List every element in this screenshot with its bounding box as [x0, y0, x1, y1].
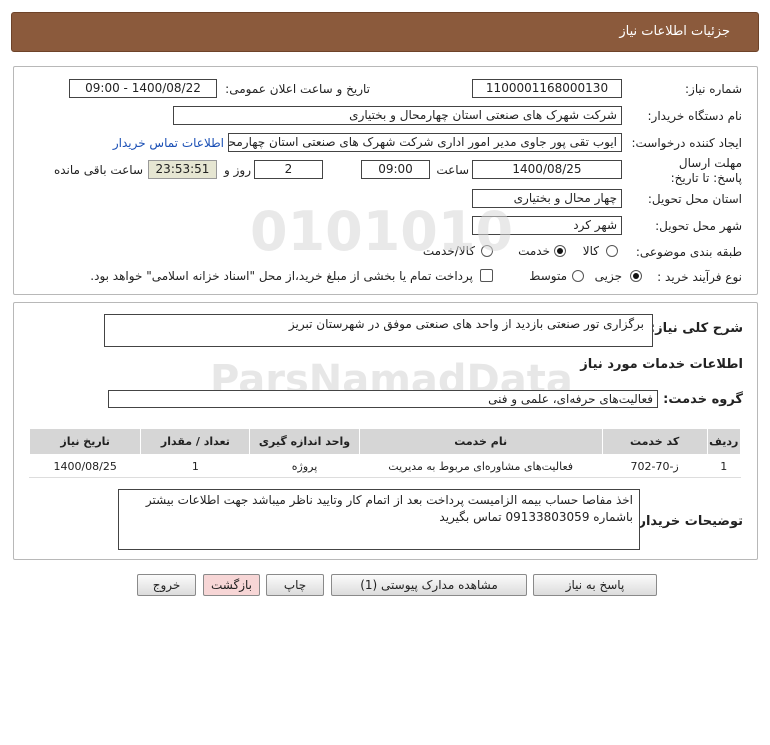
- cell-unit: پروژه: [249, 454, 360, 478]
- treasury-payment-note: پرداخت تمام یا بخشی از مبلغ خرید،از محل …: [90, 269, 473, 283]
- category-option-service: خدمت: [518, 244, 550, 258]
- table-row: 1 ز-70-702 فعالیت‌های مشاوره‌ای مربوط به…: [28, 454, 742, 478]
- general-desc-field: برگزاری تور صنعتی بازدید از واحد های صنع…: [104, 314, 653, 347]
- announce-datetime-field: 1400/08/22 - 09:00: [69, 79, 217, 98]
- buyer-org-label: نام دستگاه خریدار:: [647, 109, 743, 123]
- purchase-radio-medium[interactable]: [572, 270, 584, 282]
- deadline-hour-label: ساعت: [436, 163, 469, 177]
- purchase-radio-minor[interactable]: [630, 270, 642, 282]
- purchase-option-medium: متوسط: [529, 269, 567, 283]
- print-button[interactable]: چاپ: [266, 574, 324, 596]
- days-label: روز و: [224, 163, 251, 177]
- cell-need-date: 1400/08/25: [28, 454, 142, 478]
- services-table: ردیف کد خدمت نام خدمت واحد اندازه گیری ت…: [28, 428, 742, 478]
- buyer-notes-field: اخذ مفاصا حساب بیمه الزامیست پرداخت بعد …: [118, 489, 640, 550]
- requester-label: ایجاد کننده درخواست:: [631, 136, 742, 150]
- city-label: شهر محل تحویل:: [655, 219, 742, 233]
- page-title: جزئیات اطلاعات نیاز: [619, 24, 730, 39]
- category-option-goods: کالا: [582, 244, 599, 258]
- view-attachments-button[interactable]: مشاهده مدارک پیوستی (1): [331, 574, 527, 596]
- watermark-digits: 0101010: [250, 200, 514, 263]
- treasury-payment-checkbox[interactable]: [480, 269, 493, 282]
- exit-button[interactable]: خروج: [137, 574, 196, 596]
- page-header: جزئیات اطلاعات نیاز: [11, 12, 759, 52]
- col-need-date: تاریخ نیاز: [28, 428, 142, 455]
- col-unit: واحد اندازه گیری: [249, 428, 360, 455]
- buyer-notes-label: توضیحات خریدار:: [633, 514, 743, 529]
- remaining-label: ساعت باقی مانده: [53, 163, 143, 177]
- deadline-label: مهلت ارسال پاسخ: تا تاریخ:: [670, 156, 742, 185]
- cell-quantity: 1: [140, 454, 251, 478]
- back-button[interactable]: بازگشت: [203, 574, 260, 596]
- col-service-name: نام خدمت: [358, 428, 603, 455]
- need-number-label: شماره نیاز:: [685, 82, 742, 96]
- cell-service-code: ز-70-702: [601, 454, 708, 478]
- need-number-field: 1100001168000130: [472, 79, 622, 98]
- service-group-field: فعالیت‌های حرفه‌ای، علمی و فنی: [108, 390, 658, 408]
- category-radio-service[interactable]: [554, 245, 566, 257]
- deadline-time-field: 09:00: [361, 160, 430, 179]
- days-field: 2: [254, 160, 323, 179]
- buyer-contact-link[interactable]: اطلاعات تماس خریدار: [113, 136, 224, 150]
- buyer-org-field: شرکت شهرک های صنعتی استان چهارمحال و بخت…: [173, 106, 622, 125]
- category-radio-goods[interactable]: [606, 245, 618, 257]
- deadline-date-field: 1400/08/25: [472, 160, 622, 179]
- table-header-row: ردیف کد خدمت نام خدمت واحد اندازه گیری ت…: [28, 428, 742, 455]
- reply-button[interactable]: پاسخ به نیاز: [533, 574, 657, 596]
- category-label: طبقه بندی موضوعی:: [635, 245, 742, 259]
- cell-row-no: 1: [706, 454, 742, 478]
- cell-service-name: فعالیت‌های مشاوره‌ای مربوط به مدیریت: [358, 454, 603, 478]
- remaining-timer: 23:53:51: [148, 160, 217, 179]
- province-label: استان محل تحویل:: [647, 192, 742, 206]
- purchase-type-label: نوع فرآیند خرید :: [657, 270, 742, 284]
- col-quantity: تعداد / مقدار: [140, 428, 251, 455]
- announce-datetime-label: تاریخ و ساعت اعلان عمومی:: [225, 82, 370, 96]
- general-desc-label: شرح کلی نیاز:: [649, 321, 743, 336]
- service-group-label: گروه خدمت:: [663, 392, 743, 407]
- purchase-option-minor: جزیی: [594, 269, 622, 283]
- col-service-code: کد خدمت: [601, 428, 708, 455]
- col-row-no: ردیف: [706, 428, 742, 455]
- services-info-title: اطلاعات خدمات مورد نیاز: [580, 357, 743, 372]
- requester-field: ایوب تقی پور جاوی مدیر امور اداری شرکت ش…: [228, 133, 622, 152]
